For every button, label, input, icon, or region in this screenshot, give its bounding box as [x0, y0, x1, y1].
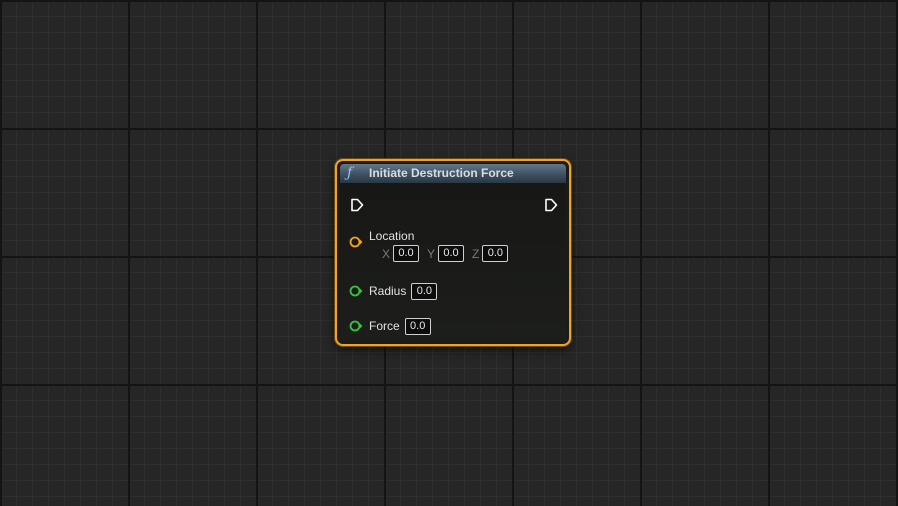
radius-float-pin[interactable]	[349, 284, 363, 298]
location-vector-pin[interactable]	[349, 235, 363, 249]
pin-row-location: Location	[349, 228, 415, 247]
pin-label-location: Location	[369, 229, 415, 243]
location-y-input[interactable]: 0.0	[438, 245, 465, 262]
exec-in-pin[interactable]	[350, 198, 364, 212]
pin-label-radius: Radius	[369, 284, 407, 298]
pin-row-radius: Radius 0.0	[349, 282, 438, 300]
location-vector-fields: X 0.0 Y 0.0 Z 0.0	[382, 245, 513, 262]
force-input[interactable]: 0.0	[404, 317, 431, 335]
axis-label-z: Z	[472, 246, 480, 261]
exec-out-pin[interactable]	[544, 198, 558, 212]
axis-label-y: Y	[427, 246, 436, 261]
axis-label-x: X	[382, 246, 391, 261]
function-node-initiate-destruction-force[interactable]: ƒ Initiate Destruction Force Location X	[335, 159, 571, 346]
function-icon: ƒ	[347, 165, 353, 181]
force-float-pin[interactable]	[349, 319, 363, 333]
location-x-input[interactable]: 0.0	[393, 245, 420, 262]
node-title: Initiate Destruction Force	[369, 166, 514, 180]
location-z-input[interactable]: 0.0	[482, 245, 509, 262]
radius-input[interactable]: 0.0	[411, 282, 438, 300]
pin-row-force: Force 0.0	[349, 317, 431, 335]
node-header[interactable]: ƒ Initiate Destruction Force	[340, 164, 566, 183]
pin-label-force: Force	[369, 319, 400, 333]
blueprint-graph-canvas[interactable]: ƒ Initiate Destruction Force Location X	[0, 0, 898, 506]
